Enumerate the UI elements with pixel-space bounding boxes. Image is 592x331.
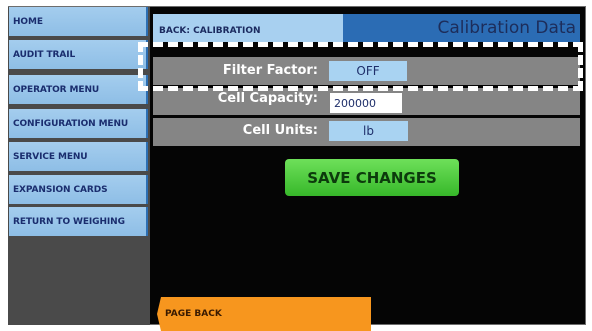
- sidebar-item-audit-trail[interactable]: AUDIT TRAIL: [9, 40, 148, 69]
- sidebar-item-label: CONFIGURATION MENU: [13, 118, 129, 129]
- sidebar-item-return-to-weighing[interactable]: RETURN TO WEIGHING: [9, 207, 148, 236]
- page-title: Calibration Data: [437, 18, 577, 38]
- cell-capacity-input[interactable]: 200000: [330, 93, 402, 113]
- highlight-box: [138, 42, 583, 91]
- sidebar: HOME AUDIT TRAIL OPERATOR MENU CONFIGURA…: [8, 7, 150, 325]
- sidebar-item-operator-menu[interactable]: OPERATOR MENU: [9, 75, 148, 104]
- sidebar-item-label: AUDIT TRAIL: [13, 49, 76, 60]
- sidebar-item-service-menu[interactable]: SERVICE MENU: [9, 142, 148, 171]
- cell-capacity-label: Cell Capacity:: [217, 91, 318, 106]
- cell-units-label: Cell Units:: [242, 123, 318, 138]
- sidebar-item-expansion-cards[interactable]: EXPANSION CARDS: [9, 175, 148, 204]
- cell-units-row: Cell Units: lb: [153, 118, 580, 146]
- page-back-button[interactable]: PAGE BACK: [157, 297, 371, 331]
- header-bar: BACK: CALIBRATION Calibration Data: [153, 14, 580, 42]
- sidebar-item-home[interactable]: HOME: [9, 7, 148, 36]
- cell-units-field[interactable]: lb: [329, 121, 408, 141]
- sidebar-item-configuration-menu[interactable]: CONFIGURATION MENU: [9, 109, 148, 138]
- sidebar-item-label: RETURN TO WEIGHING: [13, 216, 125, 227]
- sidebar-item-label: OPERATOR MENU: [13, 84, 100, 95]
- save-changes-label: SAVE CHANGES: [307, 168, 437, 187]
- sidebar-item-label: SERVICE MENU: [13, 151, 88, 162]
- cell-capacity-value: 200000: [334, 96, 376, 110]
- cell-units-value: lb: [363, 124, 374, 138]
- page-back-label: PAGE BACK: [165, 309, 222, 319]
- back-button-label: BACK: CALIBRATION: [159, 26, 261, 36]
- sidebar-item-label: EXPANSION CARDS: [13, 184, 108, 195]
- back-button[interactable]: BACK: CALIBRATION: [153, 14, 343, 42]
- save-changes-button[interactable]: SAVE CHANGES: [285, 159, 459, 196]
- sidebar-item-label: HOME: [13, 16, 43, 27]
- cell-capacity-row: Cell Capacity: 200000: [153, 88, 580, 115]
